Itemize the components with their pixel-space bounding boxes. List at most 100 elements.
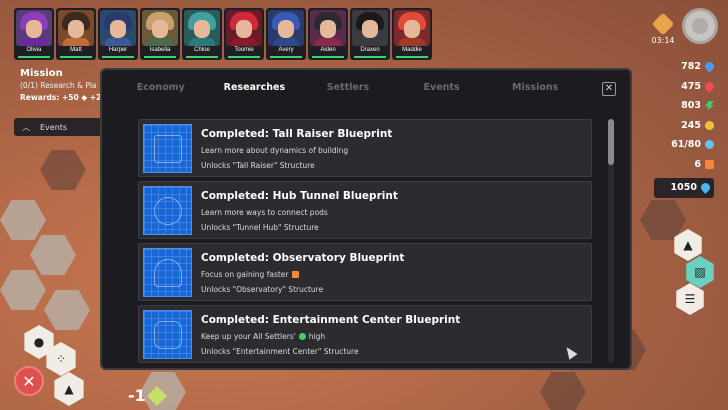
research-item[interactable]: Completed: Observatory Blueprint Focus o… <box>138 243 592 301</box>
settler-name: Draxen <box>360 47 380 53</box>
settler-portrait <box>352 10 388 46</box>
settler-card[interactable]: Aiden <box>308 8 348 60</box>
portrait-body <box>147 38 173 46</box>
settler-bar: Olivia Matt Harper Isabella Chloe Toomie… <box>14 8 432 60</box>
tab-researches[interactable]: Researches <box>208 82 302 93</box>
settler-portrait <box>16 10 52 46</box>
warning-diamond-icon <box>651 12 675 36</box>
tab-economy[interactable]: Economy <box>114 82 208 93</box>
settler-card[interactable]: Toomie <box>224 8 264 60</box>
research-description: Learn more ways to connect pods <box>201 208 328 217</box>
resource-value: 1050 <box>670 182 697 194</box>
terrain-tile <box>30 235 76 275</box>
research-unlock: Unlocks "Entertainment Center" Structure <box>201 347 359 356</box>
research-unlock: Unlocks "Tunnel Hub" Structure <box>201 223 319 232</box>
events-toggle[interactable]: ︿ Events <box>14 118 102 136</box>
research-title: Completed: Hub Tunnel Blueprint <box>201 190 398 202</box>
portrait-body <box>357 38 383 46</box>
timer-text: 03:14 <box>651 36 675 45</box>
settler-name: Olivia <box>26 47 42 53</box>
research-title: Completed: Observatory Blueprint <box>201 252 405 264</box>
research-icon <box>705 159 714 169</box>
portrait-face <box>26 20 42 38</box>
terraform-button[interactable]: ▨ <box>686 256 714 288</box>
settler-card[interactable]: Matt <box>56 8 96 60</box>
settler-name: Aiden <box>320 47 336 53</box>
portrait-body <box>231 38 257 46</box>
blueprint-thumbnail <box>143 186 192 235</box>
settler-portrait <box>226 10 262 46</box>
tab-missions[interactable]: Missions <box>488 82 582 93</box>
settler-name: Toomie <box>234 47 254 53</box>
modal-tabs: Economy Researches Settlers Events Missi… <box>102 82 582 93</box>
research-item[interactable]: Completed: Tall Raiser Blueprint Learn m… <box>138 119 592 177</box>
chevron-up-icon: ︿ <box>22 122 30 132</box>
settler-health-bar <box>354 56 386 58</box>
settler-card[interactable]: Isabella <box>140 8 180 60</box>
settler-name: Harper <box>108 47 128 53</box>
portrait-body <box>105 38 131 46</box>
resource-row: 61/80 <box>654 135 714 155</box>
terrain-tile <box>40 150 86 190</box>
resource-row: 245 <box>654 116 714 136</box>
resource-row: 803 <box>654 96 714 116</box>
portrait-body <box>399 38 425 46</box>
settler-health-bar <box>312 56 344 58</box>
settler-card[interactable]: Chloe <box>182 8 222 60</box>
portrait-face <box>320 20 336 38</box>
tab-settlers[interactable]: Settlers <box>301 82 395 93</box>
portrait-body <box>63 38 89 46</box>
portrait-face <box>110 20 126 38</box>
close-icon: ✕ <box>22 371 36 391</box>
portrait-face <box>152 20 168 38</box>
events-label: Events <box>40 122 68 132</box>
counter-value: -1 <box>128 386 146 405</box>
tab-events[interactable]: Events <box>395 82 489 93</box>
settler-card[interactable]: Harper <box>98 8 138 60</box>
settler-name: Isabella <box>149 47 171 53</box>
settler-health-bar <box>60 56 92 58</box>
settler-card[interactable]: Maddie <box>392 8 432 60</box>
research-item[interactable]: Completed: Hub Tunnel Blueprint Learn mo… <box>138 181 592 239</box>
cancel-button[interactable]: ✕ <box>14 366 44 396</box>
settler-health-bar <box>186 56 218 58</box>
terrain-tile <box>0 270 46 310</box>
list-menu-button[interactable]: ☰ <box>676 283 704 315</box>
research-description: Learn more about dynamics of building <box>201 146 349 155</box>
list-scrollbar[interactable] <box>608 119 614 363</box>
resource-value: 803 <box>681 100 701 112</box>
modal-close-button[interactable]: ✕ <box>602 82 616 96</box>
research-description: Focus on gaining faster <box>201 270 299 279</box>
resource-row: 1050 <box>654 178 714 198</box>
portrait-body <box>21 38 47 46</box>
resource-row: 782 <box>654 57 716 77</box>
portrait-face <box>194 20 210 38</box>
blueprint-thumbnail <box>143 310 192 359</box>
settler-name: Chloe <box>194 47 210 53</box>
gold-coin-icon <box>705 120 714 130</box>
settler-portrait <box>310 10 346 46</box>
settler-portrait <box>394 10 430 46</box>
settler-portrait <box>100 10 136 46</box>
terrain-tile <box>0 200 46 240</box>
structure-button[interactable]: ▲ <box>54 372 84 406</box>
terrain-tile <box>640 200 686 240</box>
oxygen-icon <box>705 140 714 150</box>
portrait-face <box>236 20 252 38</box>
research-item[interactable]: Completed: Entertainment Center Blueprin… <box>138 305 592 363</box>
menu-button[interactable] <box>682 8 718 44</box>
resource-value: 245 <box>681 119 701 131</box>
portrait-body <box>273 38 299 46</box>
scrollbar-thumb[interactable] <box>608 119 614 165</box>
day-timer: 03:14 <box>648 12 678 45</box>
settler-name: Avery <box>278 47 294 53</box>
settler-card[interactable]: Draxen <box>350 8 390 60</box>
blueprint-thumbnail <box>143 124 192 173</box>
portrait-body <box>315 38 341 46</box>
settler-portrait <box>142 10 178 46</box>
settler-health-bar <box>144 56 176 58</box>
settler-card[interactable]: Olivia <box>14 8 54 60</box>
bottom-counter: -1 <box>128 385 167 406</box>
settler-card[interactable]: Avery <box>266 8 306 60</box>
research-list[interactable]: Completed: Tall Raiser Blueprint Learn m… <box>138 119 592 363</box>
